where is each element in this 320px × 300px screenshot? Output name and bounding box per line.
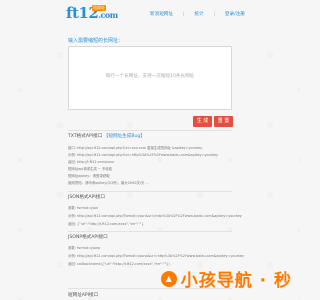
json-api-title: JSON格式API接口 (68, 195, 105, 200)
txt-api-line: 接口: http://api.ft12.com/api.php?url=xxx.… (68, 146, 203, 150)
txt-api-title: TXT格式API接口 【短网址生成Bug】 (68, 134, 145, 139)
txt-api-line: 使用须知：请申请apikey(QQ号)，最大2000次/天 ... (68, 181, 149, 185)
section-divider (68, 231, 232, 232)
generate-button[interactable]: 生 成 (193, 116, 212, 127)
logo-tag: 短网址 (92, 5, 106, 11)
watermark-text: 小孩导航 · 秒 (180, 271, 292, 291)
json-api-line: 参数: format=json (68, 206, 99, 210)
txt-api-line: 短网址apikey：请登录获取 (68, 174, 110, 178)
watermark-icon: ▲ (160, 270, 177, 287)
jsonp-api-line: 返回: callbackname({"url":"http://t.ft12.c… (68, 262, 170, 266)
json-api-line: 示例: http://api.ft12.com/api.php?format=j… (68, 214, 242, 218)
nav-sina-short-url[interactable]: 新浪短网址 (150, 11, 173, 17)
txt-api-line: 示例: http://api.ft12.com/api.php?url=http… (68, 153, 219, 157)
jsonp-api-line: 参数: format=jsonp (68, 246, 101, 250)
header: ft12.com 短网址 新浪短网址 | 统计 | 登录/注册 (0, 0, 300, 28)
reset-button[interactable]: 重 置 (214, 116, 233, 127)
api-divider-top (68, 130, 232, 131)
section-divider (68, 191, 232, 192)
jsonp-api-line: 示例: http://api.ft12.com/api.php?format=j… (68, 254, 244, 258)
bug-report-link[interactable]: 【短网址生成Bug】 (104, 134, 145, 139)
nav-login[interactable]: 登录/注册 (225, 11, 245, 17)
long-url-textarea[interactable]: 每行一个长网址，支持一次缩短10条长网址 (68, 46, 232, 110)
jsonp-api-title: JSONP格式API接口 (68, 235, 108, 240)
top-nav: 新浪短网址 | 统计 | 登录/注册 (150, 11, 245, 17)
nav-separator: | (182, 11, 185, 16)
textarea-placeholder: 每行一个长网址，支持一次缩短10条长网址 (105, 74, 195, 79)
footer-api-title: 短网址API接口 (68, 293, 99, 298)
json-api-line: 返回: {"url":"http://t.ft12.com/xxxx","err… (68, 222, 144, 226)
nav-separator: | (213, 11, 215, 16)
watermark: ▲ 小孩导航 · 秒 (160, 266, 292, 291)
txt-api-line: 返回: http://t.ft12.com/xxxx (68, 160, 115, 164)
logo-suffix: .com (98, 10, 118, 20)
nav-stats[interactable]: 统计 (194, 11, 203, 17)
input-label: 输入需要缩短的长网址： (68, 38, 124, 44)
txt-api-line: 短网址api请求生成 ~ 不收费 (68, 167, 113, 171)
